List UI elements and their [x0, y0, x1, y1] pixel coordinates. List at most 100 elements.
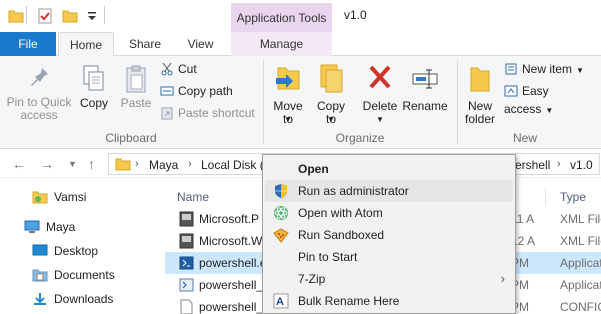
- menu-item-pin-to-start[interactable]: Pin to Start: [265, 246, 513, 268]
- new-item-button[interactable]: New item ▼: [504, 60, 584, 78]
- bulk-rename-icon: A: [273, 293, 289, 309]
- cut-label: Cut: [178, 62, 197, 76]
- rename-label: Rename: [402, 99, 448, 113]
- breadcrumb-local-disk[interactable]: Local Disk (: [201, 158, 264, 172]
- paste-icon: [126, 65, 146, 93]
- paste-shortcut-button[interactable]: Paste shortcut: [160, 104, 255, 122]
- powershell-ise-icon: [179, 278, 194, 292]
- rename-button[interactable]: Rename: [402, 60, 448, 126]
- folder-icon[interactable]: [8, 8, 24, 24]
- context-menu: Open Run as administrator Open with Atom…: [262, 154, 516, 314]
- menu-item-label: Open: [298, 162, 329, 176]
- window-title: v1.0: [344, 8, 367, 22]
- dropdown-arrow-icon: ▼: [376, 115, 384, 124]
- paste-shortcut-icon: [161, 107, 173, 120]
- recent-locations-icon[interactable]: ▼: [68, 159, 77, 169]
- dropdown-arrow-icon: ▼: [327, 115, 335, 124]
- properties-icon[interactable]: [37, 8, 53, 24]
- organize-group-label: Organize: [335, 131, 385, 145]
- chevron-right-icon: ›: [188, 158, 192, 170]
- copy-path-label: Copy path: [178, 84, 233, 98]
- file-name: Microsoft.W: [199, 234, 263, 248]
- ribbon-tab-row: File Home Share View Manage: [0, 32, 601, 57]
- breadcrumb-maya[interactable]: Maya: [149, 158, 178, 172]
- new-folder-icon: [470, 67, 490, 92]
- file-name: Microsoft.P: [199, 212, 260, 226]
- up-icon[interactable]: ↑: [88, 156, 95, 172]
- menu-item-open-with-atom[interactable]: Open with Atom: [265, 202, 513, 224]
- dropdown-arrow-icon: ▼: [545, 106, 554, 115]
- menu-item-7-zip[interactable]: 7-Zip ›: [265, 268, 513, 290]
- clipboard-group-label: Clipboard: [105, 131, 157, 145]
- menu-item-label: Run as administrator: [298, 184, 409, 198]
- menu-item-open[interactable]: Open: [265, 158, 513, 180]
- new-group-label: New: [512, 131, 537, 145]
- column-divider: [545, 188, 546, 206]
- forward-icon[interactable]: →: [40, 156, 54, 172]
- menu-item-bulk-rename-here[interactable]: A Bulk Rename Here: [265, 290, 513, 312]
- menu-item-label: Run Sandboxed: [298, 228, 385, 242]
- uac-shield-icon: [275, 184, 287, 198]
- file-type: Applicat: [560, 278, 601, 292]
- powershell-icon: [179, 256, 194, 270]
- nav-item-label: Maya: [46, 220, 76, 234]
- tab-file[interactable]: File: [0, 32, 56, 56]
- chevron-right-icon: ›: [135, 158, 139, 170]
- xml-file-icon: [179, 233, 194, 249]
- menu-item-label: 7-Zip: [298, 272, 326, 286]
- delete-x-icon: [369, 65, 391, 89]
- tab-home[interactable]: Home: [58, 32, 114, 57]
- column-header-type[interactable]: Type: [560, 190, 586, 204]
- copy-path-button[interactable]: Copy path: [160, 82, 233, 100]
- delete-button[interactable]: Delete ▼: [360, 60, 400, 126]
- breadcrumb-v1[interactable]: v1.0: [570, 158, 593, 172]
- copy-button[interactable]: Copy: [76, 60, 112, 126]
- rename-icon: [412, 69, 438, 89]
- download-icon: [34, 293, 46, 305]
- paste-button[interactable]: Paste: [116, 60, 156, 126]
- menu-item-run-sandboxed[interactable]: Run Sandboxed: [265, 224, 513, 246]
- config-file-icon: [180, 299, 193, 314]
- new-folder-icon[interactable]: [62, 8, 78, 24]
- file-type: CONFIG: [560, 300, 601, 314]
- tab-manage[interactable]: Manage: [231, 32, 332, 56]
- paste-shortcut-label: Paste shortcut: [178, 106, 255, 120]
- dropdown-arrow-icon: ▼: [576, 66, 584, 75]
- copy-to-icon: [320, 64, 343, 93]
- file-name: powershell.e: [199, 256, 267, 270]
- divider: [26, 6, 27, 24]
- copy-label: Copy: [79, 96, 108, 110]
- ribbon: Pin to Quick access Copy Paste Cut Copy …: [0, 56, 601, 149]
- easy-access-button[interactable]: Easy access ▼: [504, 82, 601, 116]
- scissors-icon: [161, 62, 173, 76]
- folder-icon: [115, 158, 131, 171]
- pin-to-quick-access-button[interactable]: Pin to Quick access: [4, 60, 74, 126]
- move-to-icon: [276, 67, 300, 90]
- chevron-right-icon: ›: [500, 271, 505, 286]
- navigation-pane: Vamsi Maya Desktop Documents Downloads: [0, 178, 165, 314]
- menu-item-label: Open with Atom: [298, 206, 383, 220]
- new-folder-button[interactable]: New folder: [460, 60, 500, 126]
- new-folder-label: New folder: [464, 99, 496, 126]
- customize-quick-access-icon[interactable]: [84, 8, 100, 24]
- nav-item-label: Desktop: [54, 244, 99, 258]
- column-header-name[interactable]: Name: [177, 190, 209, 204]
- documents-icon: [32, 269, 48, 282]
- easy-access-icon: [504, 85, 518, 97]
- new-item-icon: [505, 63, 517, 75]
- menu-item-run-as-administrator[interactable]: Run as administrator: [265, 180, 513, 202]
- breadcrumb-windowspowershell[interactable]: ershell: [515, 158, 550, 172]
- title-bar: Application Tools v1.0: [0, 0, 601, 33]
- menu-item-label: Bulk Rename Here: [298, 294, 400, 308]
- tab-share[interactable]: Share: [121, 32, 169, 56]
- user-folder-icon: [32, 191, 48, 204]
- copy-to-button[interactable]: Copy to ▼: [312, 60, 350, 126]
- back-icon[interactable]: ←: [12, 156, 26, 172]
- sandbox-icon: [273, 228, 289, 243]
- cut-button[interactable]: Cut: [160, 60, 197, 78]
- move-to-button[interactable]: Move to ▼: [268, 60, 308, 126]
- file-name: powershell_: [199, 300, 264, 314]
- delete-label: Delete: [362, 99, 398, 113]
- tab-view[interactable]: View: [178, 32, 223, 56]
- application-tools-header: Application Tools: [231, 3, 332, 33]
